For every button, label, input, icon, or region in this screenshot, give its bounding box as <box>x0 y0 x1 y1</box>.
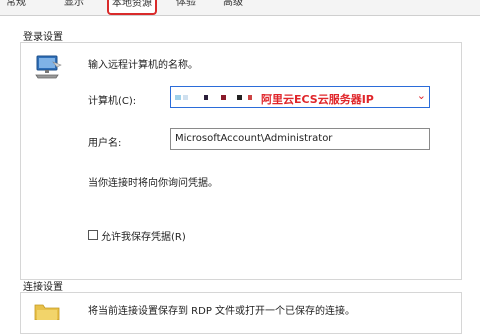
redacted-text <box>183 95 188 100</box>
computer-label: 计算机(C): <box>88 96 137 107</box>
redacted-text <box>204 95 208 100</box>
tab-display[interactable]: 显示 <box>58 0 90 12</box>
save-credentials-checkbox[interactable] <box>88 230 98 240</box>
folder-icon <box>34 302 60 321</box>
username-input[interactable]: MicrosoftAccount\Administrator <box>170 128 430 150</box>
computer-input[interactable]: 阿里云ECS云服务器IP ⌄ <box>170 86 430 108</box>
login-settings-group <box>20 42 462 280</box>
chevron-down-icon[interactable]: ⌄ <box>417 87 426 106</box>
tab-general[interactable]: 常规 <box>0 0 32 12</box>
tab-panel: 登录设置 输入远程计算机的名称。 计算机(C): 阿里云ECS云服务器IP ⌄ … <box>0 16 480 334</box>
tab-experience[interactable]: 体验 <box>170 0 202 12</box>
redacted-text <box>237 95 242 100</box>
credential-note: 当你连接时将向你询问凭据。 <box>88 178 218 189</box>
redacted-text <box>221 95 226 100</box>
computer-monitor-icon <box>33 54 63 80</box>
login-settings-title: 登录设置 <box>23 32 63 43</box>
ecs-ip-annotation: 阿里云ECS云服务器IP <box>261 90 374 107</box>
redacted-text <box>248 95 252 100</box>
username-label: 用户名: <box>88 138 122 149</box>
connection-settings-title: 连接设置 <box>23 282 63 293</box>
username-value: MicrosoftAccount\Administrator <box>175 133 333 144</box>
redacted-text <box>175 95 181 100</box>
tab-local-resources[interactable]: 本地资源 <box>107 0 157 15</box>
tab-advanced[interactable]: 高级 <box>217 0 249 12</box>
save-credentials-label[interactable]: 允许我保存凭据(R) <box>101 228 186 243</box>
connection-description: 将当前连接设置保存到 RDP 文件或打开一个已保存的连接。 <box>88 306 356 317</box>
instruction-text: 输入远程计算机的名称。 <box>88 60 198 71</box>
tab-bar: 常规 显示 本地资源 体验 高级 <box>0 0 480 16</box>
